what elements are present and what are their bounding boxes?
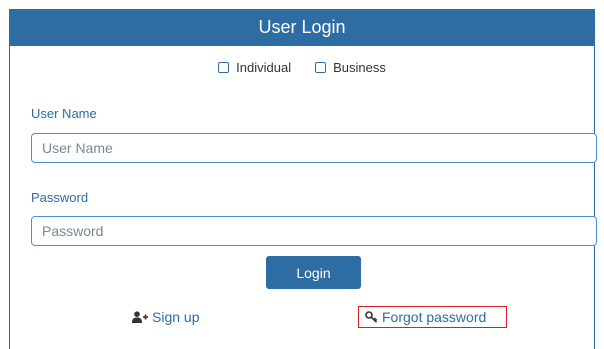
checkbox-box[interactable]: [315, 62, 327, 73]
page-title: User Login: [258, 17, 346, 37]
business-checkbox[interactable]: Business: [315, 60, 386, 75]
individual-label: Individual: [236, 60, 292, 75]
forgot-password-label: Forgot password: [382, 309, 487, 325]
signup-label: Sign up: [152, 309, 200, 325]
signup-link[interactable]: Sign up: [132, 309, 199, 325]
business-label: Business: [333, 60, 386, 75]
add-user-icon: [132, 311, 148, 323]
login-header: User Login: [9, 9, 595, 46]
password-label: Password: [31, 190, 89, 205]
login-button[interactable]: Login: [266, 256, 361, 289]
password-input[interactable]: [31, 216, 597, 246]
forgot-password-link[interactable]: Forgot password: [358, 306, 507, 328]
account-type-group: Individual Business: [0, 60, 604, 75]
username-input[interactable]: [31, 133, 597, 163]
key-icon: [365, 311, 378, 323]
username-label: User Name: [31, 106, 97, 121]
checkbox-box[interactable]: [218, 62, 230, 73]
individual-checkbox[interactable]: Individual: [218, 60, 291, 75]
